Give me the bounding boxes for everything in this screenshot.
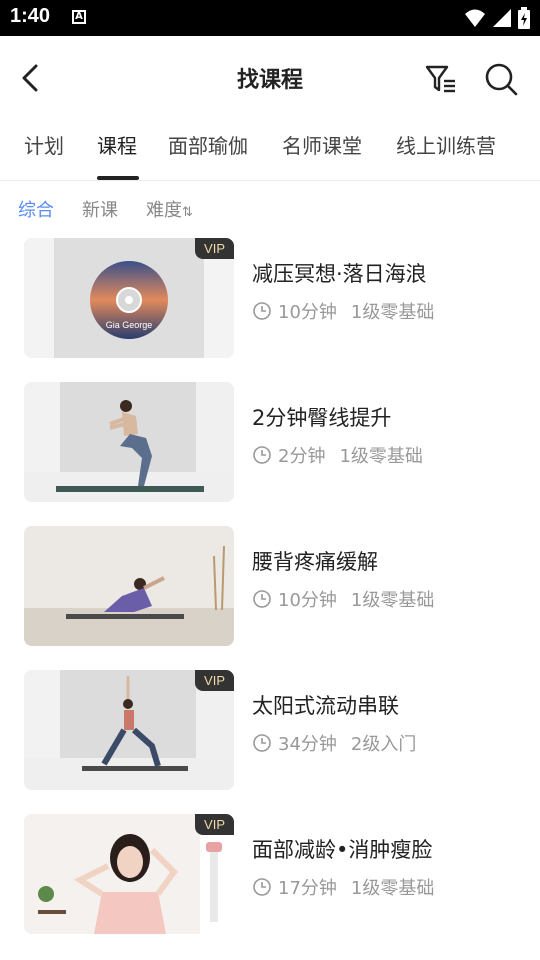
- tab-course[interactable]: 课程: [97, 130, 137, 159]
- course-thumbnail: VIP: [24, 814, 234, 934]
- vip-badge: VIP: [195, 814, 234, 835]
- course-duration: 10分钟: [278, 590, 337, 611]
- course-thumbnail: Gia George VIP: [24, 238, 234, 358]
- vip-badge: VIP: [195, 670, 234, 691]
- course-thumbnail: [24, 382, 234, 502]
- tab-plan[interactable]: 计划: [24, 130, 64, 159]
- disc-label: Gia George: [106, 320, 153, 330]
- status-time: 1:40: [10, 5, 51, 27]
- course-duration: 34分钟: [278, 734, 337, 755]
- course-item[interactable]: 腰背疼痛缓解 10分钟 1级零基础: [24, 526, 524, 646]
- tab-online-camp[interactable]: 线上训练营: [396, 130, 496, 159]
- active-tab-indicator: [97, 176, 139, 180]
- course-meta: 2分钟 1级零基础: [252, 442, 423, 468]
- course-thumbnail: VIP: [24, 670, 234, 790]
- course-meta: 34分钟 2级入门: [252, 730, 416, 756]
- course-meta: 17分钟 1级零基础: [252, 874, 434, 900]
- notification-a-icon: A: [72, 10, 86, 24]
- sort-bar: 综合 新课 难度⇅: [0, 192, 540, 228]
- course-title: 腰背疼痛缓解: [252, 550, 378, 574]
- course-title: 2分钟臀线提升: [252, 406, 392, 430]
- course-title: 减压冥想·落日海浪: [252, 262, 427, 286]
- course-duration: 2分钟: [278, 446, 326, 467]
- battery-icon: [518, 7, 530, 29]
- course-item[interactable]: Gia George VIP 减压冥想·落日海浪 10分钟 1级零基础: [24, 238, 524, 358]
- course-meta: 10分钟 1级零基础: [252, 586, 434, 612]
- clock-icon: [253, 446, 271, 464]
- course-item[interactable]: 2分钟臀线提升 2分钟 1级零基础: [24, 382, 524, 502]
- course-item[interactable]: VIP 太阳式流动串联 34分钟 2级入门: [24, 670, 524, 790]
- course-item[interactable]: VIP 面部减龄•消肿瘦脸 17分钟 1级零基础: [24, 814, 524, 934]
- tab-face-yoga[interactable]: 面部瑜伽: [168, 130, 248, 159]
- course-title: 太阳式流动串联: [252, 694, 399, 718]
- sort-difficulty-label: 难度: [146, 200, 182, 221]
- sort-comprehensive[interactable]: 综合: [18, 196, 54, 222]
- course-duration: 17分钟: [278, 878, 337, 899]
- course-level: 1级零基础: [350, 590, 435, 611]
- status-icons: [464, 7, 530, 29]
- wifi-icon: [465, 9, 485, 27]
- app-header: 找课程: [0, 36, 540, 120]
- filter-icon[interactable]: [424, 62, 458, 96]
- yoga-squat-image: [24, 382, 234, 502]
- course-level: 1级零基础: [350, 878, 435, 899]
- search-icon[interactable]: [484, 62, 518, 96]
- sort-difficulty[interactable]: 难度⇅: [146, 196, 193, 222]
- course-meta: 10分钟 1级零基础: [252, 298, 434, 324]
- category-tabs: 计划 课程 面部瑜伽 名师课堂 线上训练营: [0, 120, 540, 181]
- course-level: 1级零基础: [339, 446, 423, 467]
- clock-icon: [253, 590, 271, 608]
- clock-icon: [253, 878, 271, 896]
- back-stretch-image: [24, 526, 234, 646]
- course-level: 2级入门: [350, 734, 417, 755]
- course-duration: 10分钟: [278, 302, 337, 323]
- vip-badge: VIP: [195, 238, 234, 259]
- clock-icon: [253, 734, 271, 752]
- course-level: 1级零基础: [350, 302, 435, 323]
- sort-new[interactable]: 新课: [82, 196, 118, 222]
- page-title: 找课程: [236, 68, 303, 93]
- clock-icon: [253, 302, 271, 320]
- signal-icon: [493, 9, 511, 27]
- sort-arrow-icon: ⇅: [182, 205, 193, 220]
- course-title: 面部减龄•消肿瘦脸: [252, 838, 433, 862]
- tab-famous-teacher[interactable]: 名师课堂: [282, 130, 362, 159]
- course-thumbnail: [24, 526, 234, 646]
- status-bar: 1:40 A: [0, 0, 540, 36]
